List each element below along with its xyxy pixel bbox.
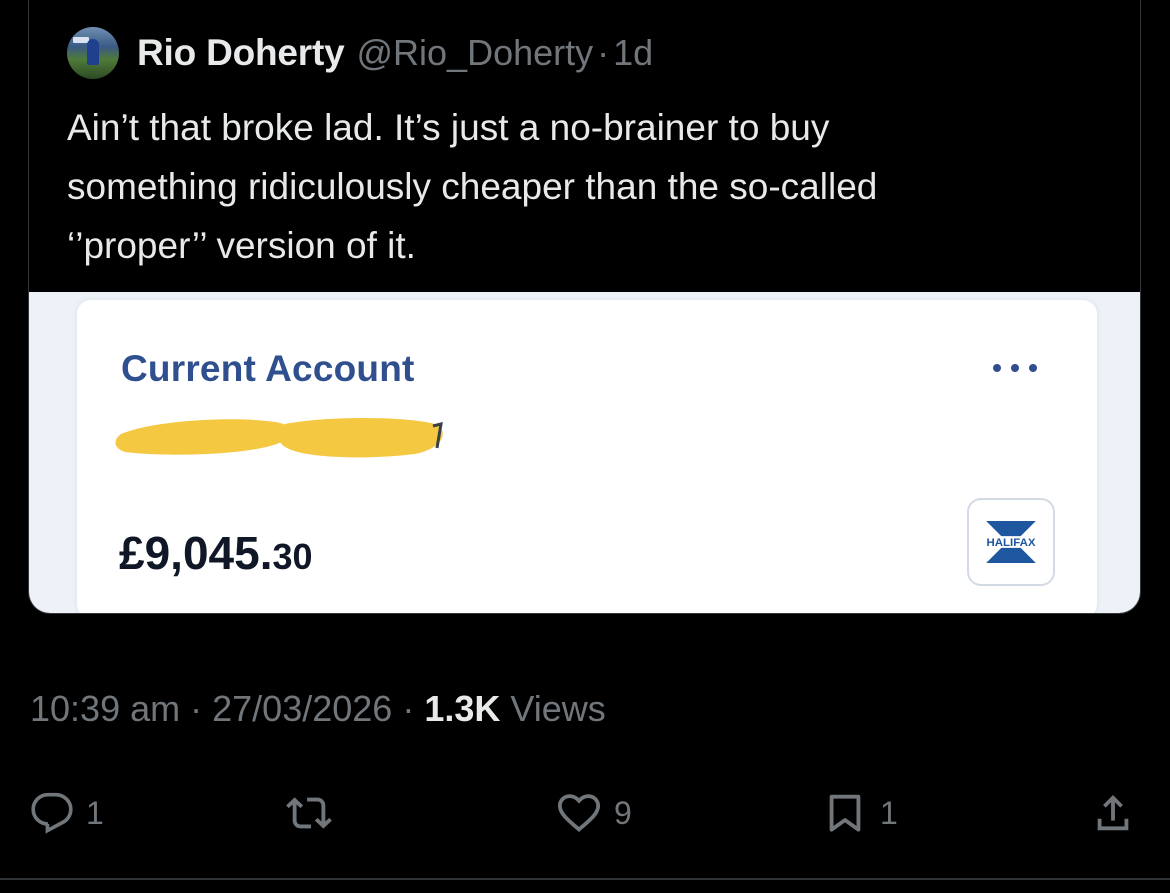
heart-icon [557, 794, 601, 833]
account-balance: £9,045.30 [119, 526, 313, 580]
account-title: Current Account [121, 348, 415, 389]
views-label: Views [510, 688, 606, 729]
halifax-logo-text: HALIFAX [987, 537, 1036, 549]
reply-count: 1 [86, 794, 104, 831]
tweet-date[interactable]: 27/03/2026 [212, 688, 392, 729]
bank-account-card: Current Account £9,045.30 HALIFAX [77, 300, 1097, 613]
tweet-actions-bar: 1 9 1 [0, 785, 1170, 841]
bookmark-icon [829, 794, 861, 832]
retweet-button[interactable] [286, 785, 332, 841]
bookmark-count: 1 [880, 794, 898, 831]
tweet-age[interactable]: 1d [613, 32, 653, 74]
author-name[interactable]: Rio Doherty [137, 32, 345, 74]
avatar-figure-shape [87, 39, 99, 65]
bookmark-button[interactable]: 1 [822, 785, 898, 841]
like-button[interactable]: 9 [556, 785, 632, 841]
quoted-tweet-text: Ain’t that broke lad. It’s just a no-bra… [67, 107, 878, 266]
tweet-media-image[interactable]: Current Account £9,045.30 HALIFAX [29, 292, 1140, 613]
balance-main: £9,045. [119, 527, 273, 579]
divider [0, 878, 1170, 880]
like-count: 9 [614, 794, 632, 831]
meta-separator: · [190, 688, 203, 729]
meta-separator: · [402, 688, 415, 729]
tweet-meta: 10:39 am · 27/03/2026 · 1.3K Views [30, 688, 606, 730]
reply-button[interactable]: 1 [30, 785, 104, 841]
halifax-logo: HALIFAX [967, 498, 1055, 586]
quoted-tweet-card[interactable]: Rio Doherty @Rio_Doherty · 1d Ain’t that… [28, 0, 1141, 614]
avatar[interactable] [67, 27, 119, 79]
author-handle[interactable]: @Rio_Doherty [356, 32, 593, 74]
reply-icon [31, 792, 73, 834]
tweet-time[interactable]: 10:39 am [30, 688, 180, 729]
quoted-tweet-header: Rio Doherty @Rio_Doherty · 1d [67, 27, 653, 79]
more-dots-icon [993, 364, 1037, 372]
share-icon [1097, 794, 1129, 831]
retweet-icon [286, 797, 332, 829]
header-separator: · [597, 32, 610, 73]
views-count[interactable]: 1.3K [424, 688, 500, 729]
balance-pence: 30 [272, 536, 313, 577]
account-number-redaction [115, 418, 443, 458]
share-button[interactable] [1090, 785, 1136, 841]
